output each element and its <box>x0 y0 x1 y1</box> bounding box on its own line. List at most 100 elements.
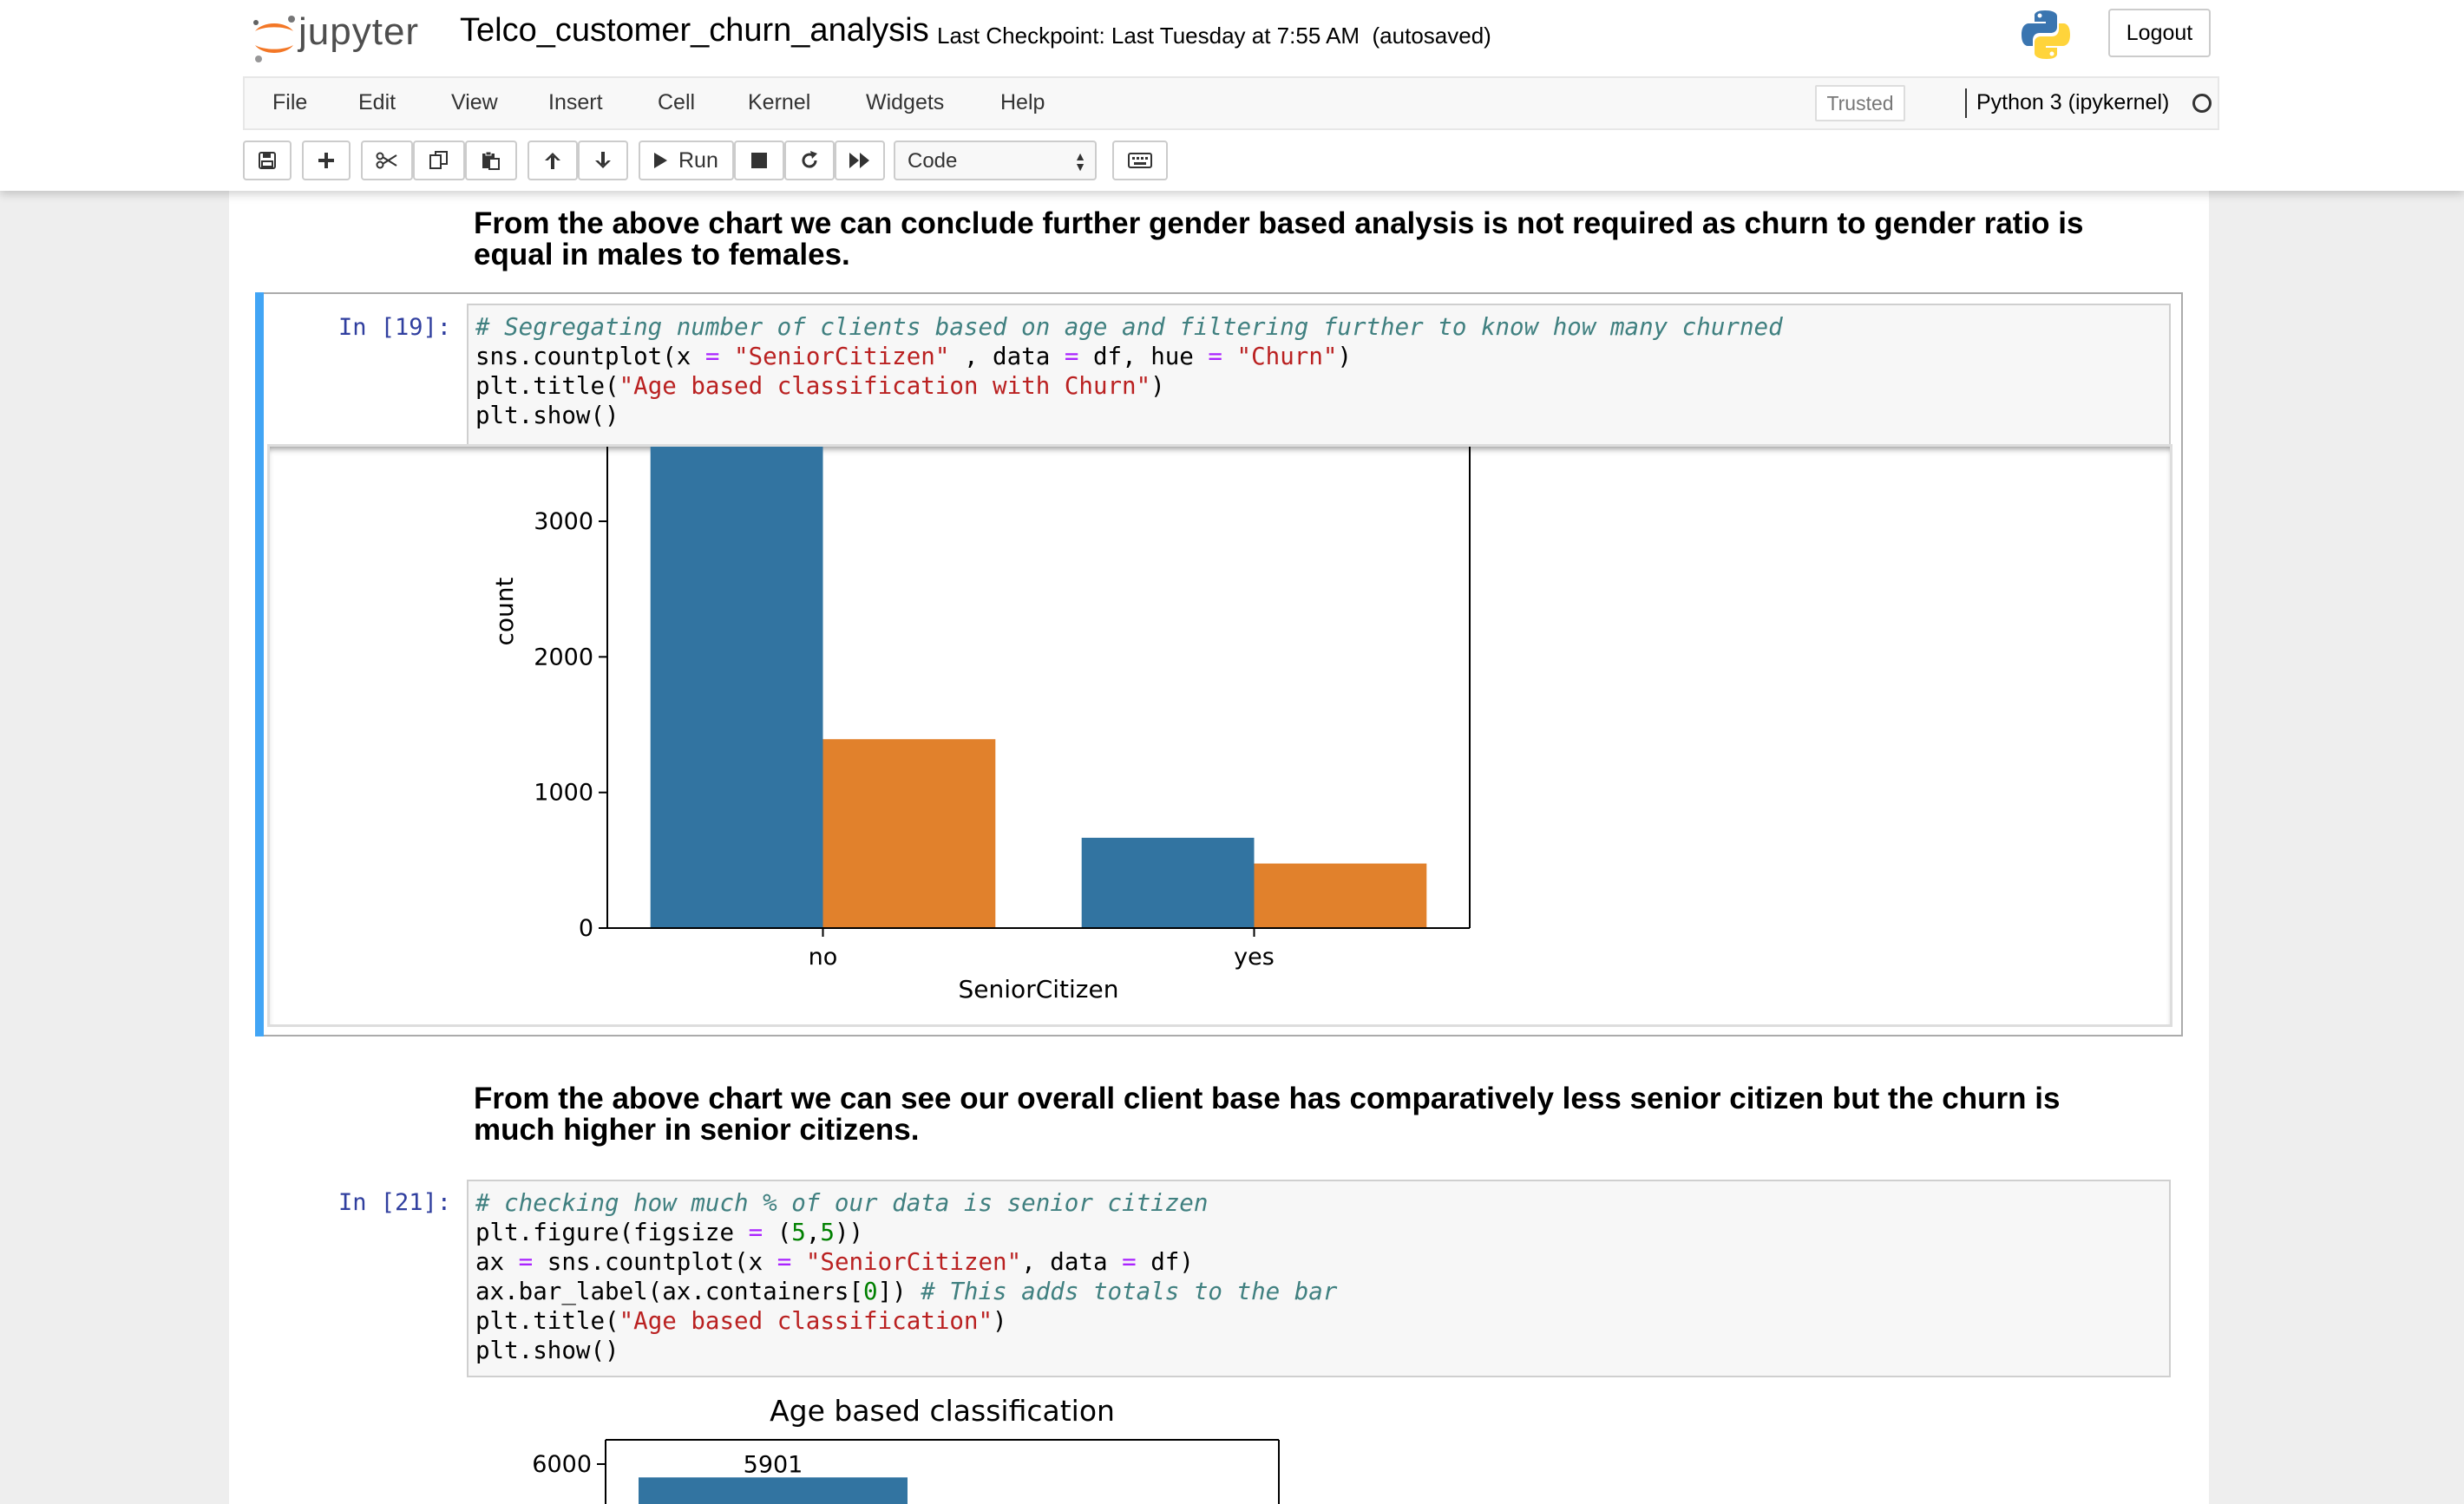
fast-forward-icon <box>849 153 869 168</box>
code-line[interactable]: ax = sns.countplot(x = "SeniorCitizen", … <box>475 1247 2169 1277</box>
code-token: 5 <box>791 1219 806 1246</box>
y-tick-label: 6000 <box>532 1451 592 1478</box>
restart-run-all-button[interactable] <box>835 141 885 180</box>
paste-button[interactable] <box>465 141 517 180</box>
save-icon <box>259 152 276 169</box>
menu-widgets[interactable]: Widgets <box>866 90 944 115</box>
code-token: plt.title( <box>475 1307 619 1335</box>
restart-button[interactable] <box>784 141 835 180</box>
kernel-separator <box>1965 88 1967 118</box>
code-token: sns.countplot(x <box>533 1248 777 1276</box>
code-token: df) <box>1136 1248 1194 1276</box>
restart-icon <box>802 151 817 168</box>
checkpoint-status: Last Checkpoint: Last Tuesday at 7:55 AM… <box>937 23 1491 49</box>
run-icon <box>654 153 667 168</box>
header: jupyter Telco_customer_churn_analysis La… <box>0 0 2464 191</box>
x-tick-label: no <box>809 944 838 971</box>
logo-text: jupyter <box>298 10 420 53</box>
code-line[interactable]: plt.title("Age based classification") <box>475 1306 2169 1336</box>
code-token: sns.countplot(x <box>475 343 705 370</box>
menu-edit[interactable]: Edit <box>358 90 396 115</box>
code-token: # checking how much % of our data is sen… <box>475 1189 1209 1217</box>
markdown-cell-senior-conclusion[interactable]: From the above chart we can see our over… <box>474 1083 2148 1146</box>
code-token: = <box>1064 343 1079 370</box>
save-button[interactable] <box>243 141 292 180</box>
cell-type-select[interactable]: Code ▲ ▼ <box>894 141 1097 180</box>
move-down-button[interactable] <box>578 141 628 180</box>
logout-button[interactable]: Logout <box>2108 9 2211 57</box>
trusted-indicator[interactable]: Trusted <box>1815 85 1905 121</box>
code-token: # This adds totals to the bar <box>921 1278 1338 1305</box>
cut-button[interactable] <box>361 141 413 180</box>
code-token: ( <box>763 1219 792 1246</box>
notebook-name[interactable]: Telco_customer_churn_analysis <box>460 12 929 49</box>
copy-icon <box>429 151 448 169</box>
menu-view[interactable]: View <box>451 90 498 115</box>
run-button[interactable]: Run <box>639 141 734 180</box>
python-logo-icon <box>2022 10 2070 59</box>
arrow-up-icon <box>545 153 560 169</box>
code-line[interactable]: ax.bar_label(ax.containers[0]) # This ad… <box>475 1277 2169 1306</box>
keyboard-icon <box>1128 153 1152 168</box>
command-palette-button[interactable] <box>1112 141 1168 180</box>
code-token: , data <box>1021 1248 1123 1276</box>
jupyter-logo[interactable]: jupyter <box>248 9 439 66</box>
markdown-cell-gender-conclusion[interactable]: From the above chart we can conclude fur… <box>474 208 2148 271</box>
stop-icon <box>751 153 767 168</box>
code-token: plt.show() <box>475 1337 619 1364</box>
code-token: = <box>704 343 720 370</box>
bar-value-label: 5901 <box>744 1451 803 1478</box>
menu-file[interactable]: File <box>272 90 307 115</box>
select-arrows-icon: ▲ ▼ <box>1074 149 1086 173</box>
code-line[interactable]: # Segregating number of clients based on… <box>475 312 2169 342</box>
kernel-name[interactable]: Python 3 (ipykernel) <box>1976 90 2169 115</box>
code-token: "Churn" <box>1236 343 1338 370</box>
chart-age-classification: Age based classification 5901 6000 <box>532 1394 1280 1504</box>
y-tick-label: 0 <box>579 915 593 942</box>
bar-no-series-0 <box>650 447 823 928</box>
code-line[interactable]: plt.show() <box>475 1336 2169 1365</box>
code-token: , <box>805 1219 821 1246</box>
code-token: "Age based classification" <box>619 1307 993 1335</box>
copy-button[interactable] <box>413 141 465 180</box>
code-token: = <box>518 1248 534 1276</box>
code-token: ax.bar_label(ax.containers[ <box>475 1278 864 1305</box>
run-label: Run <box>678 147 718 173</box>
insert-cell-button[interactable] <box>302 141 351 180</box>
code-line[interactable]: sns.countplot(x = "SeniorCitizen" , data… <box>475 342 2169 371</box>
y-axis-label: count <box>490 577 519 645</box>
plus-icon <box>318 153 334 168</box>
code-token: 0 <box>863 1278 878 1305</box>
code-line[interactable]: plt.title("Age based classification with… <box>475 371 2169 401</box>
code-token: 5 <box>820 1219 835 1246</box>
code-token: ]) <box>877 1278 921 1305</box>
code-token: df, hue <box>1078 343 1209 370</box>
code-token: "Age based classification with Churn" <box>619 372 1151 400</box>
cell-21-code-editor[interactable]: # checking how much % of our data is sen… <box>467 1180 2171 1377</box>
code-token: plt.title( <box>475 372 619 400</box>
menu-help[interactable]: Help <box>1000 90 1045 115</box>
code-token: = <box>748 1219 763 1246</box>
code-token: "SeniorCitizen" <box>805 1248 1022 1276</box>
move-up-button[interactable] <box>528 141 578 180</box>
code-token: ) <box>993 1307 1007 1335</box>
menu-cell[interactable]: Cell <box>658 90 695 115</box>
menu-kernel[interactable]: Kernel <box>748 90 810 115</box>
y-tick-label: 1000 <box>534 780 593 807</box>
kernel-idle-indicator <box>2192 94 2212 113</box>
bar-yes-series-1 <box>1254 863 1427 928</box>
code-token: = <box>1208 343 1222 370</box>
cell-19-code-editor[interactable]: # Segregating number of clients based on… <box>467 304 2171 446</box>
code-line[interactable]: plt.figure(figsize = (5,5)) <box>475 1218 2169 1247</box>
code-line[interactable]: plt.show() <box>475 401 2169 430</box>
bar-no <box>639 1477 908 1504</box>
chart-age-churn: 0 1000 2000 3000 no yes SeniorCitizen count <box>490 447 1471 1004</box>
code-line[interactable]: # checking how much % of our data is sen… <box>475 1188 2169 1218</box>
interrupt-button[interactable] <box>734 141 784 180</box>
menu-insert[interactable]: Insert <box>548 90 603 115</box>
paste-icon <box>482 151 500 170</box>
code-token: = <box>777 1248 792 1276</box>
